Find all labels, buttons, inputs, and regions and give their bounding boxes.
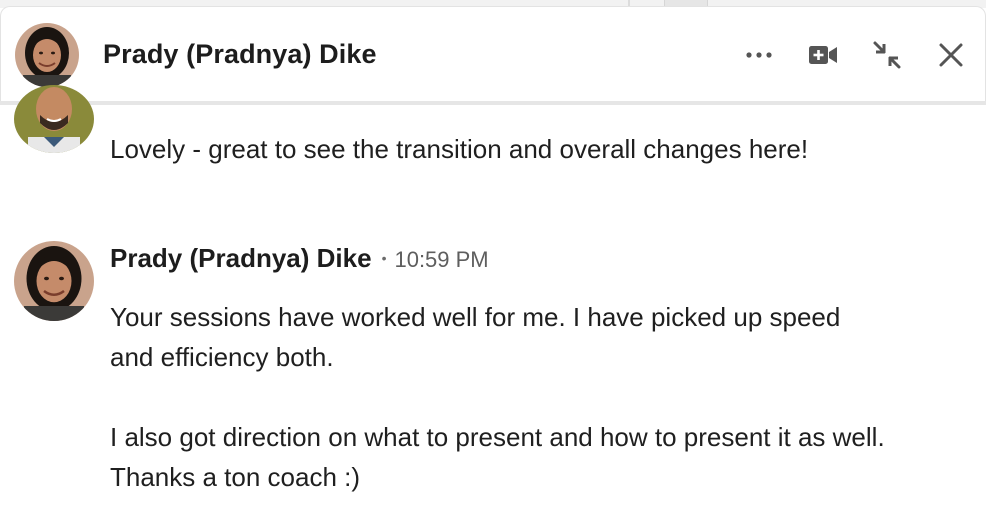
separator-dot: •	[381, 250, 387, 266]
message-text: Lovely - great to see the transition and…	[110, 134, 809, 164]
contact-name[interactable]: Prady (Pradnya) Dike	[103, 39, 377, 70]
chat-header[interactable]: Prady (Pradnya) Dike	[0, 6, 986, 102]
message-paragraph: I also got direction on what to present …	[110, 422, 885, 492]
message-header: Prady (Pradnya) Dike • 10:59 PM	[110, 243, 489, 274]
message-timestamp: 10:59 PM	[394, 247, 489, 272]
sender-avatar[interactable]	[14, 241, 94, 321]
sender-name[interactable]: Prady (Pradnya) Dike	[110, 243, 372, 274]
message-list[interactable]: Lovely - great to see the transition and…	[0, 85, 986, 526]
more-icon[interactable]	[741, 37, 777, 73]
sender-avatar-partial[interactable]	[14, 85, 94, 153]
contact-avatar[interactable]	[15, 23, 79, 87]
chat-window: Prady (Pradnya) Dike Lovely - great to s…	[0, 0, 986, 526]
minimize-icon[interactable]	[869, 37, 905, 73]
message-paragraph: Your sessions have worked well for me. I…	[110, 302, 841, 372]
close-icon[interactable]	[933, 37, 969, 73]
video-call-icon[interactable]	[805, 37, 841, 73]
